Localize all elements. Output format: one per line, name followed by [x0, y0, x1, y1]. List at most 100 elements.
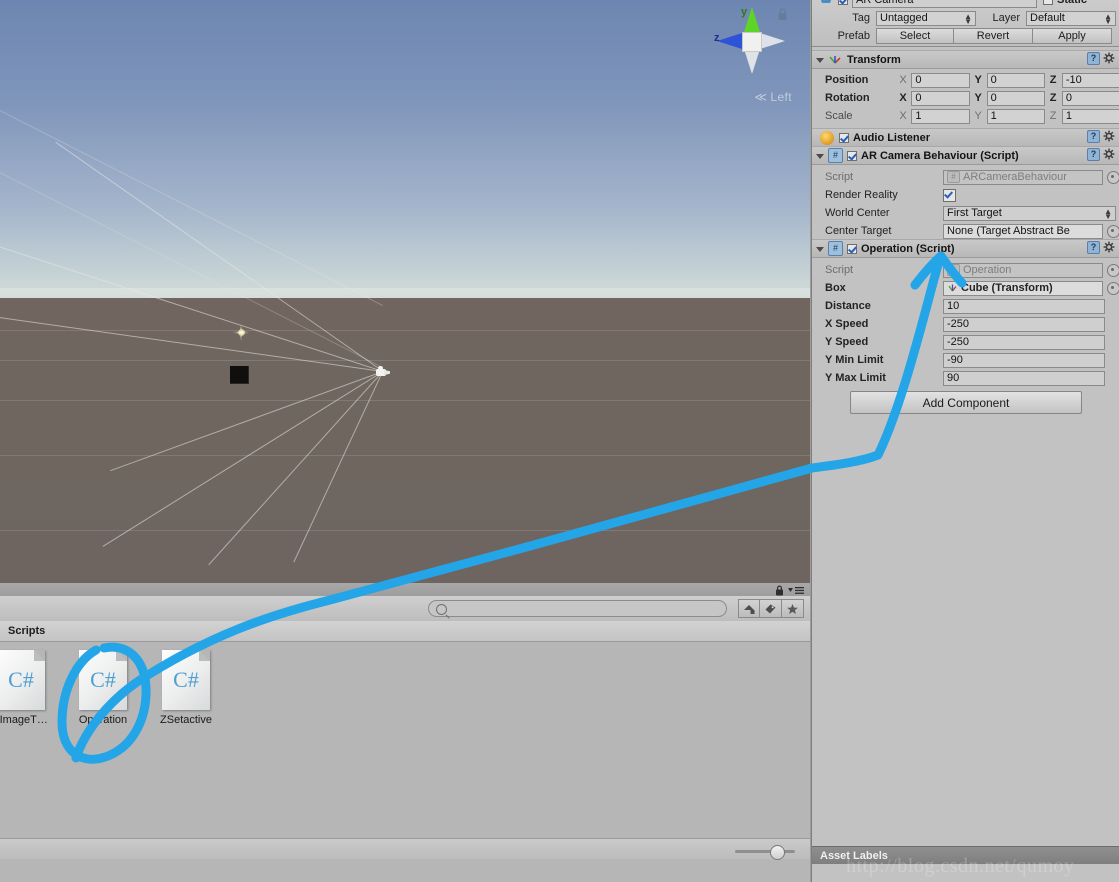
box-object-field[interactable]: Cube (Transform)	[943, 280, 1103, 296]
field-row-render-reality[interactable]: Render Reality	[812, 186, 1119, 204]
foldout-arrow-icon[interactable]	[816, 58, 824, 63]
static-checkbox[interactable]	[1043, 0, 1053, 5]
transform-row[interactable]: Position X 0 Y 0 Z -10	[812, 71, 1119, 89]
object-picker-icon[interactable]	[1107, 224, 1119, 238]
gear-icon[interactable]	[1103, 241, 1116, 254]
gear-icon[interactable]	[1103, 148, 1116, 161]
search-input[interactable]	[428, 600, 727, 617]
scale-x-field[interactable]: 1	[911, 108, 970, 124]
scene-orientation-gizmo[interactable]: y z	[714, 4, 788, 78]
asset-item[interactable]: C# ZSetactive	[149, 650, 223, 726]
prefab-revert-button[interactable]: Revert	[954, 28, 1033, 44]
component-header-transform[interactable]: Transform ?	[812, 50, 1119, 69]
field-row-distance[interactable]: Distance 10	[812, 297, 1119, 315]
field-row-x-speed[interactable]: X Speed -250	[812, 315, 1119, 333]
transform-rows: Position X 0 Y 0 Z -10 Rotation X 0 Y 0 …	[812, 69, 1119, 128]
rotation-x-field[interactable]: 0	[911, 90, 970, 106]
row-label: Position	[825, 74, 869, 86]
component-header-ar-camera-behaviour[interactable]: # AR Camera Behaviour (Script) ?	[812, 146, 1119, 165]
layer-dropdown[interactable]: Default ▲ ▼	[1026, 10, 1116, 26]
scale-z-field[interactable]: 1	[1061, 108, 1119, 124]
component-enabled-checkbox[interactable]	[847, 150, 857, 161]
axis-cone-x[interactable]	[760, 33, 785, 49]
gameobject-name-field[interactable]: AR Camera	[852, 0, 1037, 8]
favorites-filter-icon[interactable]	[782, 599, 804, 618]
type-filter-icon[interactable]	[738, 599, 760, 618]
prefab-select-button[interactable]: Select	[876, 28, 954, 44]
grid-line	[0, 530, 810, 531]
help-icon[interactable]: ?	[1087, 148, 1100, 161]
field-row-script[interactable]: Script # ARCameraBehaviour	[812, 168, 1119, 186]
help-icon[interactable]: ?	[1087, 130, 1100, 143]
asset-grid[interactable]: C# yImageT… C# Operation C# ZSetactive	[0, 642, 810, 852]
field-row-y-max-limit[interactable]: Y Max Limit 90	[812, 369, 1119, 387]
world-center-dropdown[interactable]: First Target ▲ ▼	[943, 205, 1116, 221]
component-transform[interactable]: Transform ? Position X 0 Y 0 Z -10 Rotat…	[812, 50, 1119, 128]
layer-label: Layer	[992, 12, 1020, 24]
position-y-field[interactable]: 0	[986, 72, 1045, 88]
object-picker-icon[interactable]	[1107, 281, 1119, 295]
asset-item[interactable]: C# yImageT…	[0, 650, 58, 726]
script-object-field[interactable]: # Operation	[943, 262, 1103, 278]
center-target-object-field[interactable]: None (Target Abstract Be	[943, 223, 1103, 239]
y-speed-field[interactable]: -250	[943, 334, 1105, 350]
tag-dropdown[interactable]: Untagged ▲ ▼	[876, 10, 976, 26]
script-icon: #	[828, 148, 843, 163]
prefab-apply-button[interactable]: Apply	[1033, 28, 1112, 44]
search-field-wrapper[interactable]	[428, 600, 727, 617]
panel-lock-icon[interactable]	[775, 585, 784, 596]
add-component-button[interactable]: Add Component	[850, 391, 1082, 414]
axis-cone-y-negative[interactable]	[744, 49, 760, 74]
position-z-field[interactable]: -10	[1061, 72, 1119, 88]
script-object-field[interactable]: # ARCameraBehaviour	[943, 169, 1103, 185]
help-icon[interactable]: ?	[1087, 52, 1100, 65]
object-picker-icon[interactable]	[1107, 263, 1119, 277]
transform-row[interactable]: Scale X 1 Y 1 Z 1	[812, 107, 1119, 125]
cube-object[interactable]	[230, 366, 249, 384]
inspector-panel[interactable]: AR Camera Static Tag Untagged ▲ ▼ Layer D…	[811, 0, 1119, 882]
asset-item[interactable]: C# Operation	[66, 650, 140, 726]
project-filter-buttons[interactable]	[738, 599, 804, 618]
light-gizmo[interactable]	[234, 325, 249, 340]
y-max-limit-field[interactable]: 90	[943, 370, 1105, 386]
field-row-y-speed[interactable]: Y Speed -250	[812, 333, 1119, 351]
component-audio-listener[interactable]: Audio Listener ?	[812, 128, 1119, 147]
help-icon[interactable]: ?	[1087, 241, 1100, 254]
field-row-script[interactable]: Script # Operation	[812, 261, 1119, 279]
asset-size-slider-track[interactable]	[735, 850, 795, 853]
field-row-box[interactable]: Box Cube (Transform)	[812, 279, 1119, 297]
component-operation[interactable]: # Operation (Script) ? Script # Operatio…	[812, 239, 1119, 387]
rotation-y-field[interactable]: 0	[986, 90, 1045, 106]
asset-labels-bar[interactable]: Asset Labels	[812, 846, 1119, 864]
render-reality-checkbox[interactable]	[943, 188, 956, 202]
breadcrumb[interactable]: Scripts	[0, 621, 810, 642]
label-filter-icon[interactable]	[760, 599, 782, 618]
component-header-audio-listener[interactable]: Audio Listener ?	[812, 128, 1119, 147]
field-row-world-center[interactable]: World Center First Target ▲ ▼	[812, 204, 1119, 222]
distance-field[interactable]: 10	[943, 298, 1105, 314]
component-ar-camera-behaviour[interactable]: # AR Camera Behaviour (Script) ? Script …	[812, 146, 1119, 240]
foldout-arrow-icon[interactable]	[816, 247, 824, 252]
axis-center-cube[interactable]	[742, 32, 762, 52]
transform-row[interactable]: Rotation X 0 Y 0 Z 0	[812, 89, 1119, 107]
asset-size-slider-knob[interactable]	[770, 845, 785, 860]
component-enabled-checkbox[interactable]	[847, 243, 857, 254]
field-row-center-target[interactable]: Center Target None (Target Abstract Be	[812, 222, 1119, 240]
gear-icon[interactable]	[1103, 130, 1116, 143]
rotation-z-field[interactable]: 0	[1061, 90, 1119, 106]
position-x-field[interactable]: 0	[911, 72, 970, 88]
component-header-operation[interactable]: # Operation (Script) ?	[812, 239, 1119, 258]
scene-view[interactable]: y z ≪ Left	[0, 0, 810, 583]
panel-menu-icon[interactable]	[788, 586, 804, 595]
x-speed-field[interactable]: -250	[943, 316, 1105, 332]
field-row-y-min-limit[interactable]: Y Min Limit -90	[812, 351, 1119, 369]
foldout-arrow-icon[interactable]	[816, 154, 824, 159]
component-enabled-checkbox[interactable]	[839, 132, 849, 143]
axis-cone-z[interactable]	[717, 33, 742, 49]
y-min-limit-field[interactable]: -90	[943, 352, 1105, 368]
gameobject-active-checkbox[interactable]	[838, 0, 848, 5]
object-picker-icon[interactable]	[1107, 170, 1119, 184]
gear-icon[interactable]	[1103, 52, 1116, 65]
camera-gizmo[interactable]	[374, 366, 390, 379]
scale-y-field[interactable]: 1	[986, 108, 1045, 124]
